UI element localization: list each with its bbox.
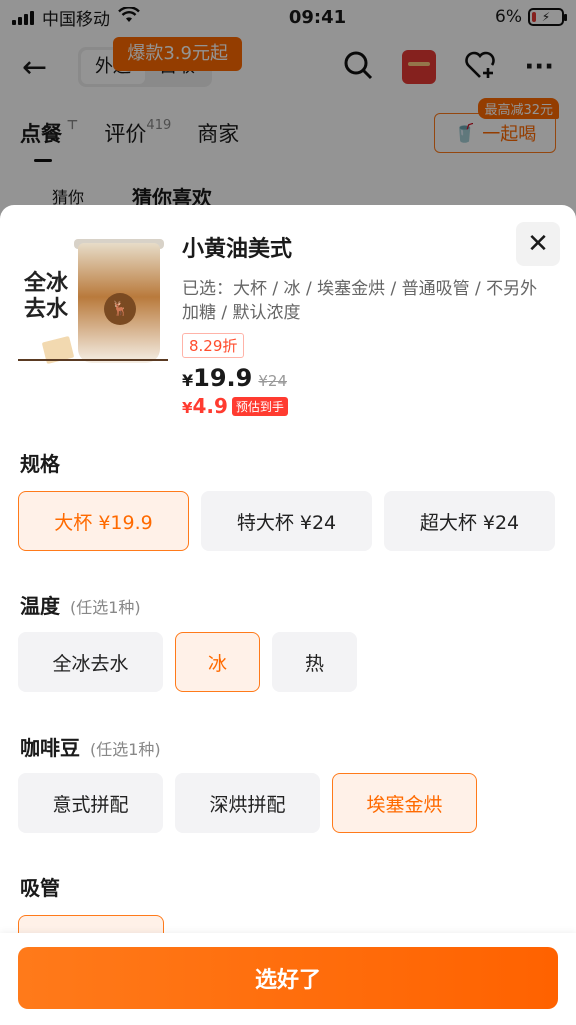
original-price: ¥24 bbox=[258, 372, 287, 390]
size-option-large[interactable]: 大杯 ¥19.9 bbox=[18, 491, 189, 551]
product-info: 小黄油美式 已选：大杯 / 冰 / 埃塞金烘 / 普通吸管 / 不另外加糖 / … bbox=[182, 231, 552, 418]
temp-option-iced[interactable]: 冰 bbox=[175, 632, 260, 692]
temp-option-hot[interactable]: 热 bbox=[272, 632, 357, 692]
current-price: ¥19.9 bbox=[182, 364, 253, 392]
product-image-text: 全冰去水 bbox=[24, 271, 69, 322]
estimated-tag: 预估到手 bbox=[231, 396, 288, 416]
size-option-xxlarge[interactable]: 超大杯 ¥24 bbox=[384, 491, 555, 551]
selected-summary: 已选：大杯 / 冰 / 埃塞金烘 / 普通吸管 / 不另外加糖 / 默认浓度 bbox=[182, 279, 538, 323]
beans-section-title: 咖啡豆 (任选1种) bbox=[20, 736, 161, 760]
bean-option-dark-roast[interactable]: 深烘拼配 bbox=[175, 773, 320, 833]
estimated-price: ¥4.9 bbox=[182, 394, 228, 418]
bean-option-espresso-blend[interactable]: 意式拼配 bbox=[18, 773, 163, 833]
straw-section-title: 吸管 bbox=[20, 876, 60, 900]
product-options-sheet: ✕ 全冰去水 🦌 小黄油美式 已选：大杯 / 冰 / 埃塞金烘 / 普通吸管 /… bbox=[0, 205, 576, 1025]
product-name: 小黄油美式 bbox=[182, 237, 293, 262]
size-section-title: 规格 bbox=[20, 452, 60, 476]
product-image: 全冰去水 🦌 bbox=[18, 231, 170, 381]
temperature-section-title: 温度 (任选1种) bbox=[20, 594, 141, 618]
size-option-xlarge[interactable]: 特大杯 ¥24 bbox=[201, 491, 372, 551]
bean-option-ethiopia[interactable]: 埃塞金烘 bbox=[332, 773, 477, 833]
bottom-bar: 选好了 bbox=[0, 933, 576, 1025]
confirm-button[interactable]: 选好了 bbox=[18, 947, 558, 1009]
temp-option-iced-no-water[interactable]: 全冰去水 bbox=[18, 632, 163, 692]
discount-badge: 8.29折 bbox=[182, 333, 245, 358]
brand-logo-icon: 🦌 bbox=[104, 293, 136, 325]
